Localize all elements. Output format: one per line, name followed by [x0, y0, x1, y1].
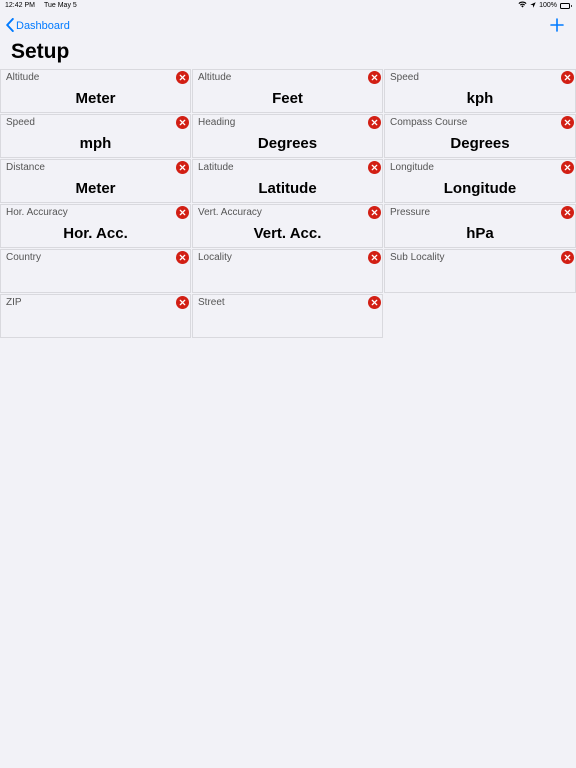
- close-icon: [564, 209, 571, 216]
- page-title: Setup: [11, 40, 70, 63]
- close-icon: [371, 209, 378, 216]
- delete-button[interactable]: [561, 161, 574, 174]
- delete-button[interactable]: [368, 116, 381, 129]
- delete-button[interactable]: [368, 296, 381, 309]
- tile[interactable]: Country: [0, 249, 191, 293]
- tile-label: Locality: [198, 252, 232, 263]
- tile[interactable]: Locality: [192, 249, 383, 293]
- tile[interactable]: Longitude Longitude: [384, 159, 576, 203]
- delete-button[interactable]: [368, 206, 381, 219]
- tile-value: Meter: [75, 90, 116, 107]
- close-icon: [371, 119, 378, 126]
- add-button[interactable]: [548, 16, 566, 34]
- tile[interactable]: Street: [192, 294, 383, 338]
- delete-button[interactable]: [561, 116, 574, 129]
- tile[interactable]: Altitude Meter: [0, 69, 191, 113]
- close-icon: [564, 164, 571, 171]
- close-icon: [564, 74, 571, 81]
- tile-value: mph: [79, 135, 112, 152]
- tile-value: Longitude: [443, 180, 517, 197]
- tile-label: Vert. Accuracy: [198, 207, 262, 218]
- close-icon: [179, 164, 186, 171]
- tile-label: ZIP: [6, 297, 22, 308]
- tile-value: Hor. Acc.: [63, 225, 128, 242]
- tile-value: hPa: [466, 225, 494, 242]
- delete-button[interactable]: [561, 71, 574, 84]
- close-icon: [564, 254, 571, 261]
- tile-grid: Altitude Meter Altitude Feet Speed kph S…: [0, 69, 576, 338]
- delete-button[interactable]: [368, 161, 381, 174]
- delete-button[interactable]: [176, 296, 189, 309]
- tile-label: Latitude: [198, 162, 234, 173]
- delete-button[interactable]: [176, 206, 189, 219]
- tile-label: Altitude: [198, 72, 232, 83]
- tile[interactable]: Altitude Feet: [192, 69, 383, 113]
- chevron-left-icon: [6, 17, 14, 35]
- tile-label: Longitude: [390, 162, 434, 173]
- tile-label: Hor. Accuracy: [6, 207, 68, 218]
- tile-label: Speed: [6, 117, 35, 128]
- tile-value: Feet: [272, 90, 303, 107]
- tile[interactable]: Speed mph: [0, 114, 191, 158]
- close-icon: [179, 299, 186, 306]
- tile[interactable]: Latitude Latitude: [192, 159, 383, 203]
- delete-button[interactable]: [176, 161, 189, 174]
- close-icon: [371, 299, 378, 306]
- tile-value: Degrees: [257, 135, 318, 152]
- status-date: Tue May 5: [43, 2, 77, 9]
- tile-label: Sub Locality: [390, 252, 445, 263]
- tile[interactable]: Hor. Accuracy Hor. Acc.: [0, 204, 191, 248]
- plus-icon: [550, 18, 564, 32]
- close-icon: [371, 254, 378, 261]
- tile-value: Latitude: [258, 180, 317, 197]
- delete-button[interactable]: [176, 116, 189, 129]
- tile[interactable]: Sub Locality: [384, 249, 576, 293]
- close-icon: [564, 119, 571, 126]
- wifi-icon: [518, 1, 527, 10]
- tile-label: Street: [198, 297, 225, 308]
- delete-button[interactable]: [176, 251, 189, 264]
- tile[interactable]: Distance Meter: [0, 159, 191, 203]
- tile-value: Degrees: [450, 135, 510, 152]
- status-time: 12:42 PM: [5, 2, 35, 9]
- tile-label: Pressure: [390, 207, 431, 218]
- close-icon: [179, 254, 186, 261]
- close-icon: [179, 119, 186, 126]
- status-bar: 12:42 PM Tue May 5 100%: [0, 0, 576, 12]
- delete-button[interactable]: [368, 251, 381, 264]
- tile-value: Meter: [75, 180, 116, 197]
- close-icon: [179, 209, 186, 216]
- status-left: 12:42 PM Tue May 5: [5, 2, 77, 9]
- status-right: 100%: [518, 1, 572, 10]
- location-arrow-icon: [530, 1, 536, 10]
- tile-label: Distance: [6, 162, 45, 173]
- tile[interactable]: Heading Degrees: [192, 114, 383, 158]
- delete-button[interactable]: [561, 206, 574, 219]
- close-icon: [179, 74, 186, 81]
- tile[interactable]: Vert. Accuracy Vert. Acc.: [192, 204, 383, 248]
- tile[interactable]: Pressure hPa: [384, 204, 576, 248]
- tile-value: Vert. Acc.: [253, 225, 322, 242]
- tile-label: Country: [6, 252, 42, 263]
- delete-button[interactable]: [176, 71, 189, 84]
- battery-icon: [560, 2, 572, 9]
- tile-label: Altitude: [6, 72, 40, 83]
- back-button-label: Dashboard: [16, 20, 70, 32]
- back-button[interactable]: Dashboard: [6, 17, 70, 35]
- tile[interactable]: Speed kph: [384, 69, 576, 113]
- tile-label: Heading: [198, 117, 236, 128]
- tile[interactable]: ZIP: [0, 294, 191, 338]
- delete-button[interactable]: [368, 71, 381, 84]
- delete-button[interactable]: [561, 251, 574, 264]
- tile-label: Speed: [390, 72, 419, 83]
- close-icon: [371, 74, 378, 81]
- tile-label: Compass Course: [390, 117, 468, 128]
- close-icon: [371, 164, 378, 171]
- battery-percent: 100%: [539, 2, 557, 9]
- tile-value: kph: [466, 90, 494, 107]
- tile[interactable]: Compass Course Degrees: [384, 114, 576, 158]
